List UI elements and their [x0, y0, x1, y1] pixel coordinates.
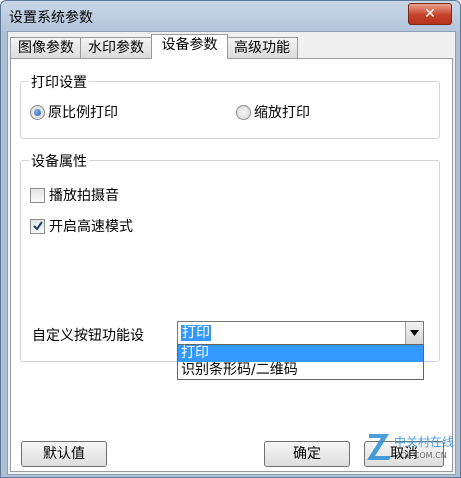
zol-logo-icon: 中关村在线 ZOL.COM.CN	[367, 434, 454, 460]
svg-text:中关村在线: 中关村在线	[394, 434, 454, 449]
radio-zoom-print-label[interactable]: 缩放打印	[254, 102, 310, 122]
dialog-window: 设置系统参数 ✕ 图像参数 水印参数 设备参数 高级功能 打印设置 原比例打印 …	[0, 0, 461, 478]
close-icon: ✕	[424, 6, 436, 22]
tab-advanced[interactable]: 高级功能	[226, 37, 298, 58]
tab-watermark-params[interactable]: 水印参数	[80, 37, 152, 58]
tab-image-params[interactable]: 图像参数	[10, 37, 82, 58]
checkbox-shutter-sound[interactable]	[30, 188, 45, 203]
zol-watermark: 中关村在线 ZOL.COM.CN	[367, 430, 455, 464]
radio-selected-dot	[34, 109, 41, 116]
option-barcode[interactable]: 识别条形码/二维码	[178, 362, 423, 379]
window-title: 设置系统参数	[9, 10, 93, 26]
svg-text:ZOL.COM.CN: ZOL.COM.CN	[395, 451, 447, 460]
device-params-panel: 打印设置 原比例打印 缩放打印 设备属性 播放拍摄音 开启高速模式 自定义按钮功…	[10, 58, 453, 472]
default-button[interactable]: 默认值	[21, 441, 107, 467]
checkbox-high-speed-label[interactable]: 开启高速模式	[49, 216, 133, 236]
chevron-down-icon	[410, 330, 419, 336]
dropdown-toggle[interactable]	[405, 322, 423, 344]
radio-original-scale[interactable]	[30, 105, 45, 120]
checkmark-icon	[33, 221, 43, 231]
close-button[interactable]: ✕	[408, 3, 452, 25]
checkbox-high-speed[interactable]	[30, 219, 45, 234]
custom-button-label: 自定义按钮功能设	[32, 328, 144, 344]
tab-device-params[interactable]: 设备参数	[151, 34, 228, 59]
dialog-body: 图像参数 水印参数 设备参数 高级功能 打印设置 原比例打印 缩放打印 设备属性…	[7, 31, 456, 475]
custom-button-options: 打印 识别条形码/二维码	[177, 344, 424, 380]
device-properties-title: 设备属性	[29, 151, 89, 171]
title-bar[interactable]: 设置系统参数 ✕	[1, 1, 460, 31]
print-settings-group: 打印设置 原比例打印 缩放打印	[20, 72, 440, 139]
checkbox-shutter-sound-label[interactable]: 播放拍摄音	[49, 185, 119, 205]
ok-button[interactable]: 确定	[264, 441, 350, 467]
option-print[interactable]: 打印	[178, 345, 423, 362]
radio-zoom-print[interactable]	[236, 105, 251, 120]
custom-button-select[interactable]: 打印	[177, 321, 424, 345]
print-settings-title: 打印设置	[29, 72, 89, 92]
radio-original-scale-label[interactable]: 原比例打印	[48, 102, 118, 122]
custom-button-value: 打印	[181, 325, 211, 341]
